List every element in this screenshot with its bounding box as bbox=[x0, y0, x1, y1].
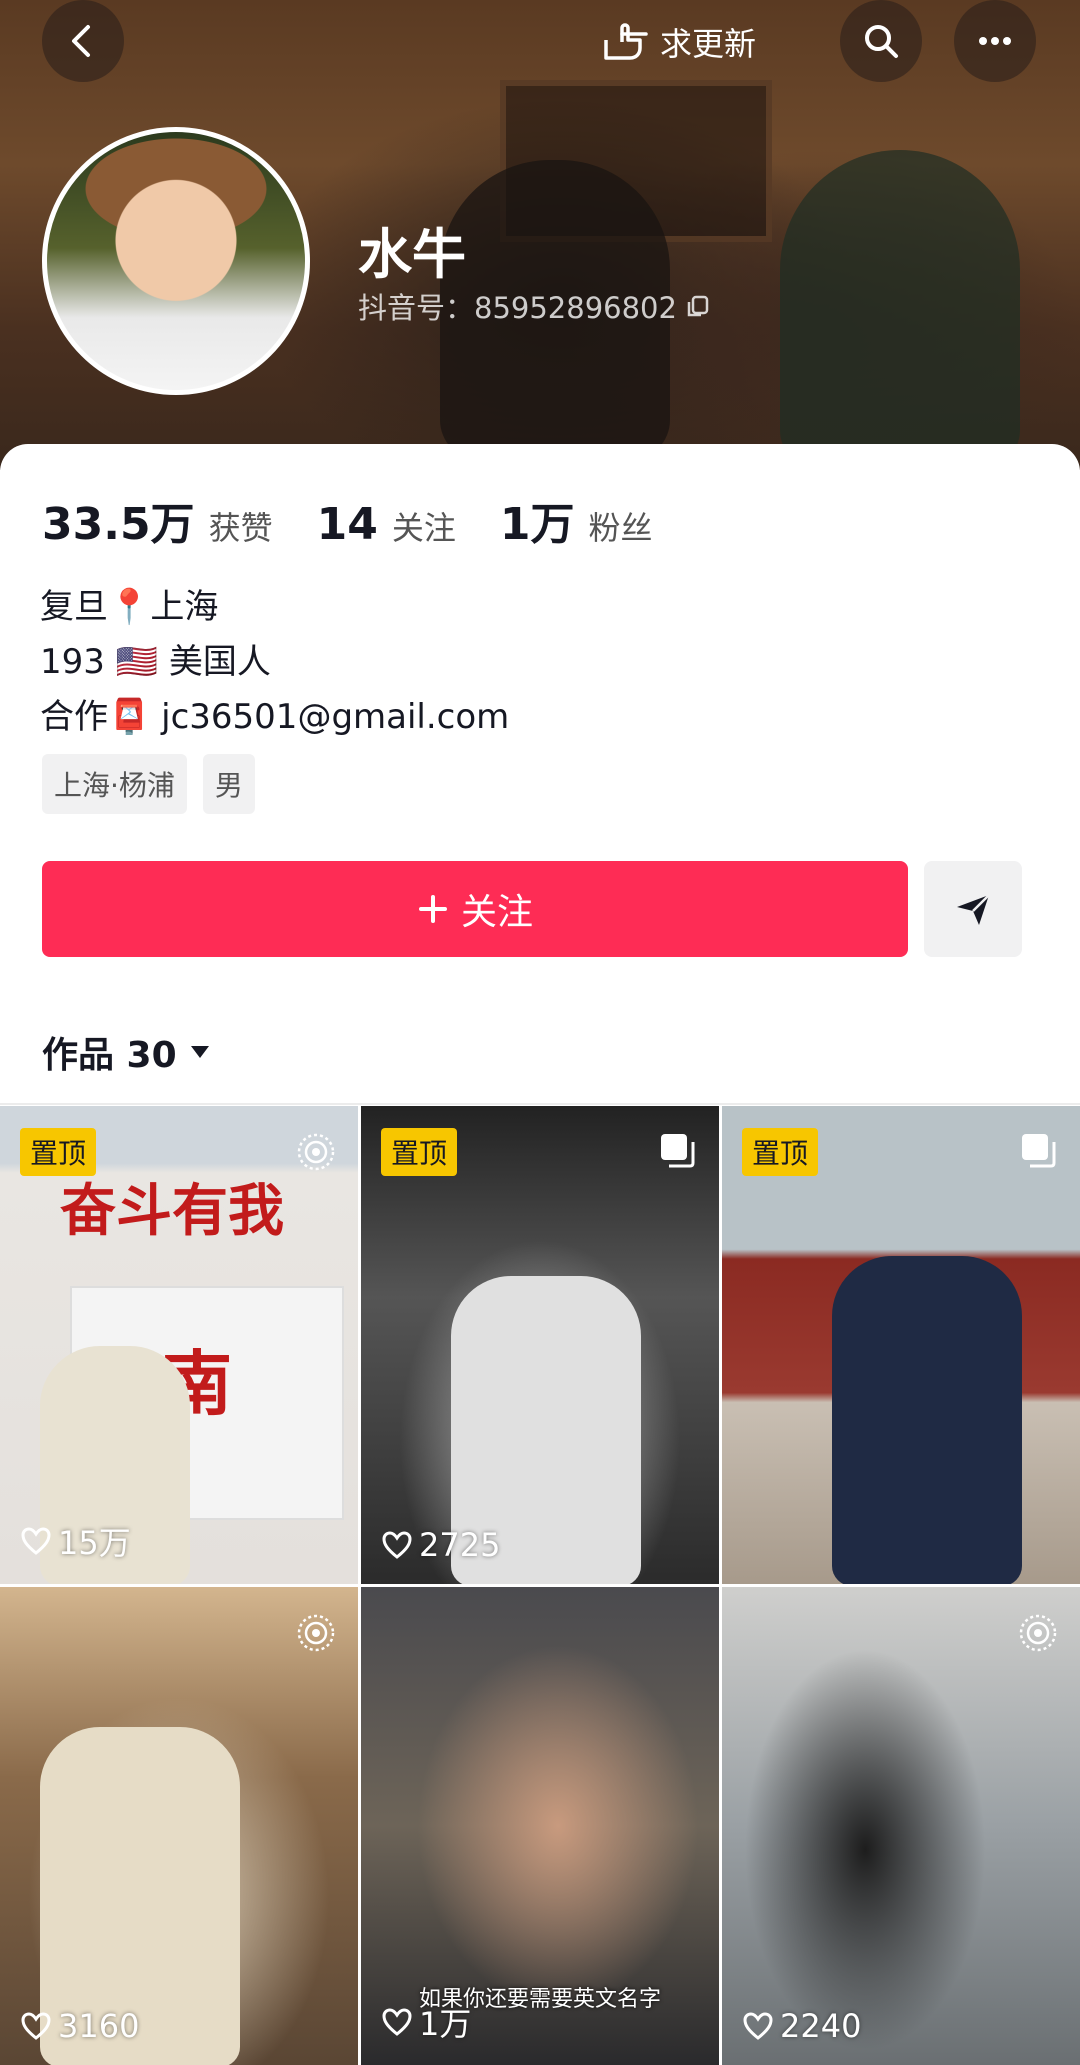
like-count-text: 3160 bbox=[58, 2007, 140, 2045]
follow-button[interactable]: 关注 bbox=[42, 861, 908, 957]
profile-name: 水牛 bbox=[358, 223, 466, 286]
like-count-text: 1万 bbox=[419, 2005, 472, 2043]
following-label[interactable]: 关注 bbox=[392, 503, 456, 549]
video-thumbnail[interactable]: 置顶 bbox=[722, 1106, 1080, 1584]
multi-photo-icon bbox=[661, 1134, 695, 1168]
chevron-left-icon bbox=[72, 25, 90, 57]
like-count-text: 15万 bbox=[58, 1524, 131, 1562]
video-thumbnail[interactable]: 如果你还要需要英文名字 1万 bbox=[361, 1587, 719, 2065]
message-button[interactable] bbox=[924, 861, 1022, 957]
heart-icon bbox=[21, 1527, 51, 1555]
caret-down-icon bbox=[190, 1046, 209, 1058]
profile-info-sheet: 33.5万 获赞 14 关注 1万 粉丝 复旦📍上海 193 🇺🇸 美国人 合作… bbox=[0, 444, 1080, 1104]
plus-icon bbox=[418, 895, 447, 923]
bio-line-nationality: 193 🇺🇸 美国人 bbox=[40, 642, 271, 682]
douyin-id-text: 抖音号：85952896802 bbox=[358, 291, 677, 325]
like-count: 2240 bbox=[742, 2007, 861, 2045]
bio-line-school: 复旦📍上海 bbox=[40, 587, 219, 627]
pinned-badge: 置顶 bbox=[381, 1128, 458, 1176]
pinned-badge: 置顶 bbox=[20, 1128, 97, 1176]
heart-icon bbox=[743, 2012, 773, 2040]
live-icon bbox=[297, 1133, 335, 1171]
like-count: 2725 bbox=[381, 1526, 500, 1564]
works-tab[interactable]: 作品 30 bbox=[42, 1026, 211, 1078]
bio: 复旦📍上海 193 🇺🇸 美国人 合作📮 jc36501@gmail.com bbox=[40, 580, 509, 745]
video-thumbnail[interactable]: 3160 bbox=[0, 1587, 358, 2065]
like-count: 15万 bbox=[20, 1518, 131, 1564]
following-count[interactable]: 14 bbox=[317, 499, 378, 550]
likes-label: 获赞 bbox=[208, 509, 273, 547]
like-count: 1万 bbox=[381, 1999, 471, 2045]
more-button[interactable] bbox=[954, 0, 1036, 82]
request-update-label: 求更新 bbox=[660, 25, 757, 63]
send-icon bbox=[957, 894, 990, 925]
avatar[interactable] bbox=[42, 127, 310, 395]
like-count-text: 2240 bbox=[780, 2007, 862, 2045]
search-icon bbox=[865, 25, 898, 58]
pinned-badge: 置顶 bbox=[742, 1128, 819, 1176]
gender-tag: 男 bbox=[202, 754, 255, 814]
followers-label[interactable]: 粉丝 bbox=[588, 503, 652, 549]
divider bbox=[0, 1103, 1080, 1105]
back-button[interactable] bbox=[42, 0, 124, 82]
live-icon bbox=[1019, 1614, 1057, 1652]
like-count: 3160 bbox=[20, 2007, 139, 2045]
video-thumbnail[interactable]: 奋斗有我 济南 置顶 15万 bbox=[0, 1106, 358, 1584]
location-tag: 上海·杨浦 bbox=[42, 754, 187, 814]
stats-row: 33.5万 获赞 14 关注 1万 粉丝 bbox=[42, 488, 696, 552]
heart-icon bbox=[382, 2008, 412, 2036]
heart-icon bbox=[382, 1531, 412, 1559]
video-thumbnail[interactable]: 2240 bbox=[722, 1587, 1080, 2065]
followers-count[interactable]: 1万 bbox=[500, 488, 575, 552]
hand-point-icon bbox=[604, 23, 648, 60]
request-update-button[interactable]: 求更新 bbox=[600, 12, 756, 72]
video-subject bbox=[832, 1256, 1022, 1584]
douyin-id[interactable]: 抖音号：85952896802 bbox=[358, 285, 711, 327]
profile-tags: 上海·杨浦 男 bbox=[42, 754, 255, 814]
heart-icon bbox=[21, 2012, 51, 2040]
video-thumbnail[interactable]: 置顶 2725 bbox=[361, 1106, 719, 1584]
search-button[interactable] bbox=[840, 0, 922, 82]
copy-icon[interactable] bbox=[685, 293, 711, 319]
video-grid: 奋斗有我 济南 置顶 15万 置顶 2725 bbox=[0, 1106, 1080, 2065]
multi-photo-icon bbox=[1022, 1134, 1056, 1168]
live-icon bbox=[297, 1614, 335, 1652]
wall-poster-text: 奋斗有我 bbox=[60, 1178, 284, 1244]
more-dots-icon bbox=[979, 37, 1011, 45]
follow-label: 关注 bbox=[460, 892, 533, 933]
works-label: 作品 30 bbox=[42, 1035, 177, 1076]
cover-person bbox=[780, 150, 1020, 470]
likes-count: 33.5万 bbox=[42, 499, 195, 550]
like-count-text: 2725 bbox=[419, 1526, 501, 1564]
bio-line-contact: 合作📮 jc36501@gmail.com bbox=[40, 697, 510, 737]
